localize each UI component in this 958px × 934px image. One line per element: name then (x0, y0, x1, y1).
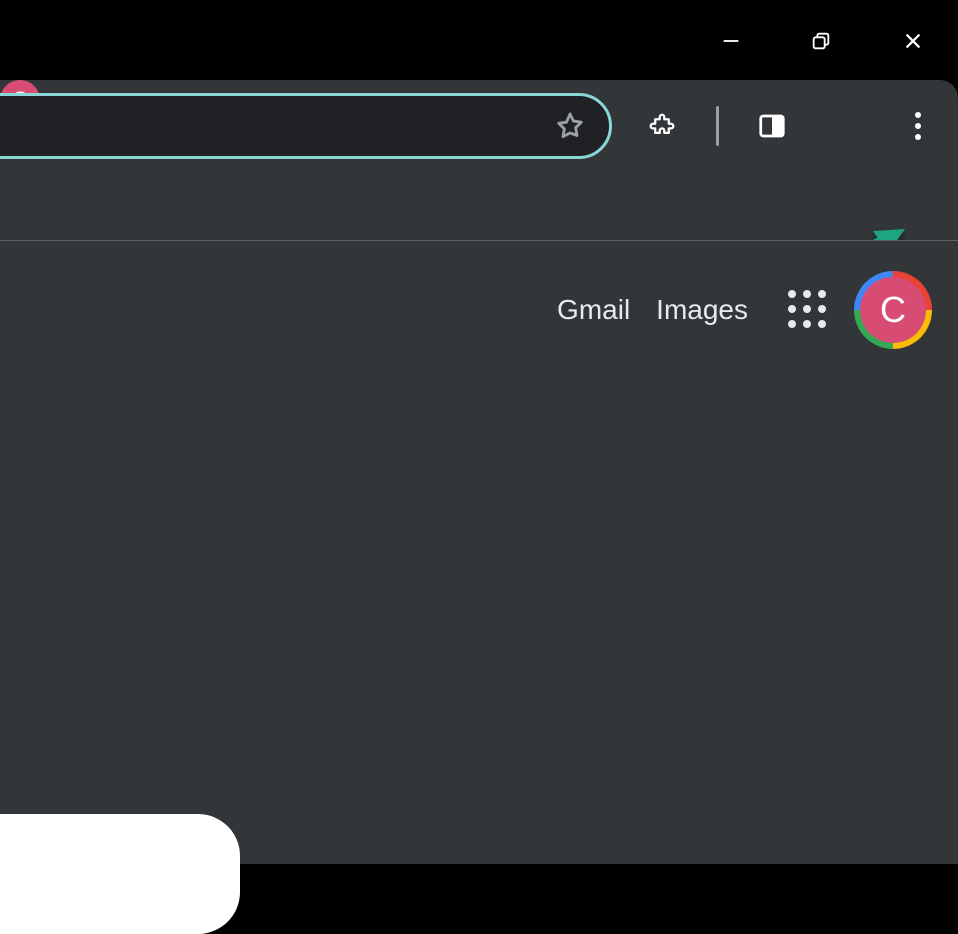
vertical-dots-icon (914, 111, 922, 141)
extensions-icon (648, 110, 680, 142)
window-maximize-button[interactable] (808, 28, 834, 54)
bookmark-star-icon[interactable] (553, 109, 587, 143)
page-content: Gmail Images C (0, 240, 958, 864)
address-bar[interactable] (0, 93, 612, 159)
browser-toolbar: C (0, 80, 958, 240)
toolbar-separator (716, 106, 719, 146)
close-icon (902, 30, 924, 52)
side-panel-button[interactable] (754, 108, 790, 144)
google-apps-button[interactable] (788, 290, 828, 330)
gmail-link[interactable]: Gmail (557, 294, 630, 326)
customize-chrome-panel[interactable] (0, 814, 240, 934)
images-link[interactable]: Images (656, 294, 748, 326)
window-close-button[interactable] (900, 28, 926, 54)
google-account-avatar: C (860, 277, 926, 343)
window-titlebar (0, 0, 958, 80)
maximize-icon (810, 30, 832, 52)
minimize-icon (720, 30, 742, 52)
google-header: Gmail Images C (557, 271, 932, 349)
address-input[interactable] (0, 96, 609, 156)
google-account-letter: C (880, 289, 906, 331)
apps-grid-dot-icon (788, 290, 796, 298)
extensions-button[interactable] (646, 108, 682, 144)
side-panel-icon (757, 111, 787, 141)
google-account-button[interactable]: C (854, 271, 932, 349)
chrome-menu-button[interactable] (900, 108, 936, 144)
window-minimize-button[interactable] (718, 28, 744, 54)
